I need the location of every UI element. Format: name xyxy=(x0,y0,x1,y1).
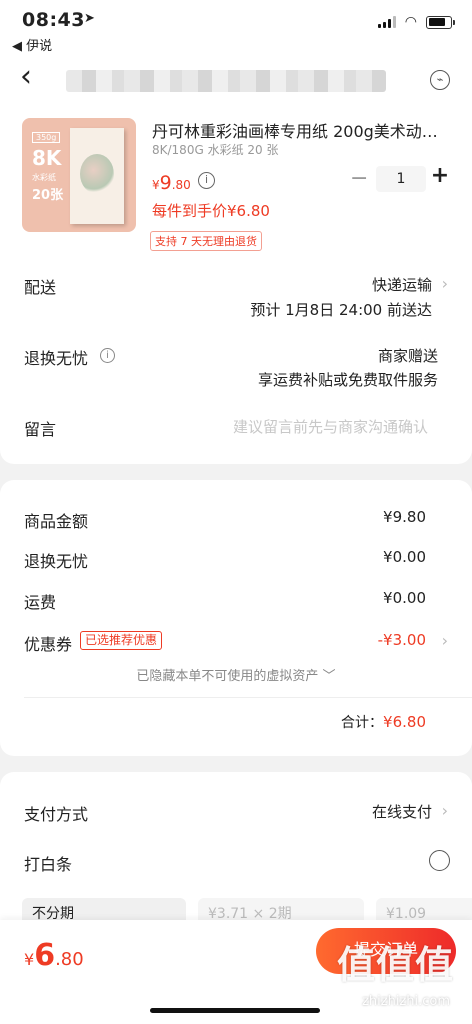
thumb-count: 20张 xyxy=(32,188,64,203)
watermark-logo: 值值值 xyxy=(336,943,454,987)
coupon-value[interactable]: -¥3.00 xyxy=(378,631,426,649)
status-time: 08:43 xyxy=(22,9,85,31)
worry-free-desc: 享运费补贴或免费取件服务 xyxy=(257,371,438,389)
coupon-label: 优惠券 xyxy=(24,635,73,654)
freight-value: ¥0.00 xyxy=(383,589,426,607)
product-title[interactable]: 丹可林重彩油画棒专用纸 200g美术动… xyxy=(152,118,452,142)
checkout-bar: ¥6.80 提交订单 值值值 zhizhizhi.com xyxy=(0,920,472,1024)
wifi-icon: ◠ xyxy=(404,14,417,30)
worry-free-value: 商家赠送 xyxy=(377,347,438,365)
product-price: ¥9.80 xyxy=(152,172,191,194)
delivery-eta: 预计 1月8日 24:00 前送达 xyxy=(250,301,432,319)
divider xyxy=(24,697,472,698)
thumb-size: 8K xyxy=(32,146,62,170)
payment-method-value[interactable]: 在线支付 xyxy=(372,801,432,822)
goods-amount-label: 商品金额 xyxy=(24,512,89,531)
thumb-tag: 350g xyxy=(32,132,61,143)
final-unit-price: 每件到手价¥6.80 xyxy=(152,202,270,220)
product-sku: 8K/180G 水彩纸 20 张 xyxy=(152,143,279,157)
home-indicator xyxy=(150,1008,320,1013)
blank-note-radio[interactable] xyxy=(429,850,450,871)
payment-chevron-icon[interactable]: › xyxy=(442,801,448,820)
delivery-label: 配送 xyxy=(24,278,57,297)
cellular-signal-icon xyxy=(377,16,396,28)
increase-quantity-button[interactable]: + xyxy=(430,163,450,188)
watermark-url: zhizhizhi.com xyxy=(362,994,450,1009)
back-chevron-icon[interactable]: ‹ xyxy=(20,62,32,92)
payment-method-label: 支付方式 xyxy=(24,805,89,824)
quantity-input[interactable]: 1 xyxy=(376,166,426,192)
back-to-app-link[interactable]: ◀ 伊说 xyxy=(12,35,52,54)
price-info-icon[interactable]: i xyxy=(198,172,215,189)
product-thumbnail[interactable]: 350g 8K 水彩纸 20张 xyxy=(22,118,136,232)
decrease-quantity-button[interactable]: − xyxy=(350,166,368,191)
checkout-total: ¥6.80 xyxy=(24,938,84,973)
delivery-chevron-icon[interactable]: › xyxy=(442,274,448,293)
blurred-address xyxy=(66,70,386,92)
product-image xyxy=(70,128,124,224)
worry-free-info-icon[interactable]: i xyxy=(100,348,115,363)
thumb-sub: 水彩纸 xyxy=(32,173,56,182)
goods-amount-value: ¥9.80 xyxy=(383,508,426,526)
worry-free-label: 退换无忧 xyxy=(24,349,89,368)
worry-free-fee-value: ¥0.00 xyxy=(383,548,426,566)
message-label: 留言 xyxy=(24,420,57,439)
location-arrow-icon: ➤ xyxy=(84,11,95,26)
freight-label: 运费 xyxy=(24,593,57,612)
delivery-method[interactable]: 快递运输 xyxy=(372,274,432,295)
coupon-chevron-icon[interactable]: › xyxy=(442,631,448,650)
return-policy-badge: 支持 7 天无理由退货 xyxy=(150,231,262,251)
blank-note-label: 打白条 xyxy=(24,855,73,874)
more-icon[interactable]: ⌁ xyxy=(430,70,450,90)
status-bar: 08:43 ➤ ◀ 伊说 ◠ xyxy=(0,0,472,56)
hidden-assets-toggle[interactable]: 已隐藏本单不可使用的虚拟资产 ﹀ xyxy=(0,665,472,684)
battery-icon xyxy=(426,15,455,29)
worry-free-fee-label: 退换无忧 xyxy=(24,552,89,571)
system-icons: ◠ xyxy=(377,14,455,30)
coupon-recommended-tag: 已选推荐优惠 xyxy=(80,631,163,650)
order-total: 合计：¥6.80 xyxy=(341,713,426,731)
message-input[interactable]: 建议留言前先与商家沟通确认 xyxy=(233,416,428,437)
